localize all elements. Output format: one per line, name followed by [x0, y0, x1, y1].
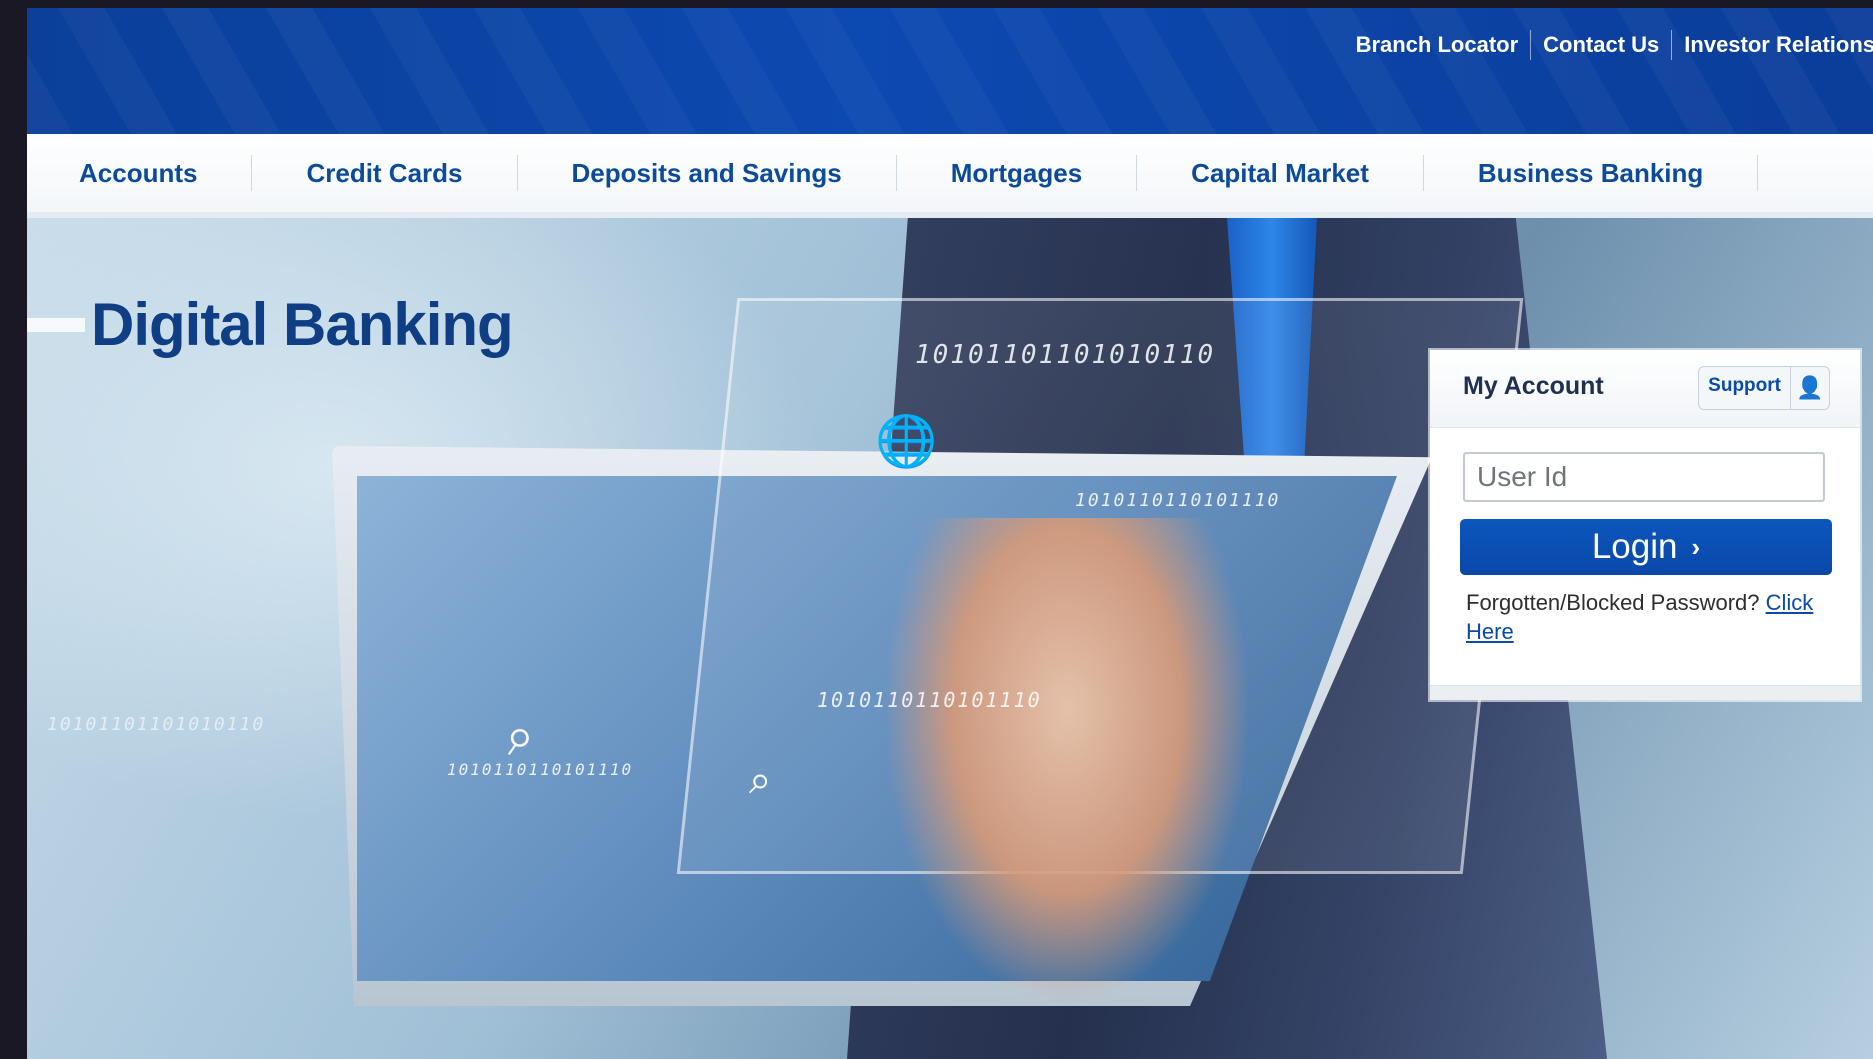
nav-accounts[interactable]: Accounts: [27, 158, 251, 189]
pointing-hand: [887, 518, 1247, 998]
globe-icon: 🌐: [875, 413, 938, 469]
login-title: My Account: [1463, 372, 1604, 400]
browser-viewport: Branch Locator Contact Us Investor Relat…: [27, 8, 1873, 1059]
binary-text: 1010110110101110: [817, 688, 1042, 712]
support-person-icon: 👤: [1790, 367, 1829, 409]
investor-relations-link[interactable]: Investor Relations: [1671, 30, 1873, 60]
utility-links: Branch Locator Contact Us Investor Relat…: [1344, 30, 1873, 60]
login-header: My Account Support 👤: [1430, 350, 1860, 428]
nav-divider: [1757, 155, 1759, 191]
title-accent-dash: [27, 318, 85, 332]
login-widget: My Account Support 👤 Login › Forgotten/B…: [1430, 350, 1860, 700]
forgot-password-text: Forgotten/Blocked Password?: [1466, 590, 1760, 615]
main-navigation: Accounts Credit Cards Deposits and Savin…: [27, 134, 1873, 218]
top-header-bar: Branch Locator Contact Us Investor Relat…: [27, 8, 1873, 134]
login-button-label: Login: [1591, 527, 1678, 566]
hero-title: Digital Banking: [91, 291, 514, 358]
nav-deposits-and-savings[interactable]: Deposits and Savings: [518, 158, 896, 189]
magnifier-icon: ⌕: [749, 758, 772, 802]
forgot-password-row: Forgotten/Blocked Password? Click Here: [1466, 588, 1836, 646]
nav-credit-cards[interactable]: Credit Cards: [252, 158, 516, 189]
login-button[interactable]: Login ›: [1460, 519, 1832, 575]
contact-us-link[interactable]: Contact Us: [1530, 30, 1671, 60]
user-id-input[interactable]: [1463, 452, 1825, 502]
nav-mortgages[interactable]: Mortgages: [897, 158, 1136, 189]
nav-capital-market[interactable]: Capital Market: [1137, 158, 1423, 189]
binary-text: 1010110110101110: [447, 760, 634, 779]
binary-text: 10101101101010110: [47, 714, 266, 735]
support-button[interactable]: Support 👤: [1698, 366, 1830, 410]
branch-locator-link[interactable]: Branch Locator: [1344, 30, 1531, 60]
chevron-right-icon: ›: [1691, 531, 1701, 562]
binary-text: 10101101101010110: [915, 340, 1216, 370]
login-footer-strip: [1430, 685, 1860, 700]
support-label: Support: [1708, 375, 1781, 396]
binary-text: 1010110110101110: [1075, 490, 1281, 511]
nav-business-banking[interactable]: Business Banking: [1424, 158, 1757, 189]
